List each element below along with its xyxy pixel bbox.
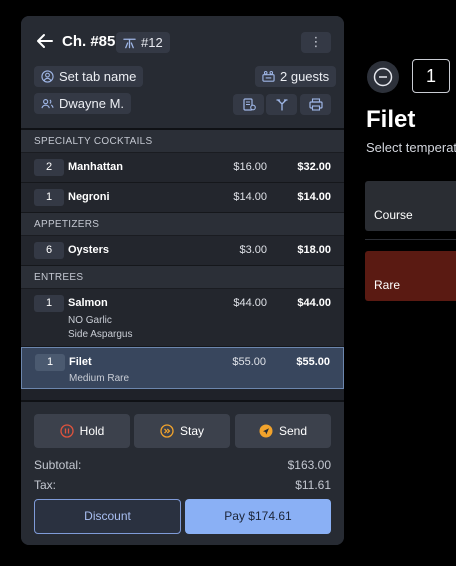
order-row-selected[interactable]: 1 Filet $55.00 $55.00 Medium Rare (21, 347, 344, 389)
item-qty: 1 (34, 295, 64, 312)
item-name: Salmon (68, 297, 108, 309)
item-modifier: NO Garlic (68, 315, 112, 326)
send-button[interactable]: Send (235, 414, 331, 448)
order-row[interactable]: 1 Negroni $14.00 $14.00 (21, 183, 344, 213)
item-total: $18.00 (297, 244, 331, 256)
item-name: Manhattan (68, 161, 123, 173)
set-tab-name-button[interactable]: Set tab name (34, 66, 144, 87)
tax-value: $11.61 (295, 478, 331, 492)
user-circle-icon (41, 70, 54, 83)
table-icon (123, 38, 136, 48)
section-header: ENTREES (21, 266, 344, 289)
item-price: $14.00 (233, 191, 267, 203)
pause-icon (60, 424, 74, 438)
subtotal-label: Subtotal: (34, 458, 82, 472)
item-total: $14.00 (297, 191, 331, 203)
tax-label: Tax: (34, 478, 57, 492)
fast-forward-icon (160, 424, 174, 438)
order-row[interactable]: 1 Salmon $44.00 $44.00 NO Garlic Side As… (21, 289, 344, 347)
users-icon (41, 99, 54, 109)
check-footer: Hold Stay Send Subtotal: $163.00 Tax: $1… (21, 400, 344, 545)
item-qty: 6 (34, 242, 64, 259)
receipt-split-icon (242, 98, 256, 111)
order-row[interactable]: 2 Manhattan $16.00 $32.00 (21, 153, 344, 183)
quantity-field[interactable]: 1 (412, 59, 450, 93)
option-rare[interactable]: Rare (365, 251, 456, 301)
server-button[interactable]: Dwayne M. (34, 93, 132, 114)
option-course[interactable]: Course (365, 181, 456, 231)
item-qty: 1 (35, 354, 65, 371)
send-icon (259, 424, 273, 438)
printer-icon (308, 98, 323, 111)
set-tab-name-label: Set tab name (59, 69, 137, 84)
fork-icon (275, 99, 288, 111)
more-menu-button[interactable]: ⋮ (301, 32, 331, 53)
item-name: Oysters (68, 244, 109, 256)
item-total: $32.00 (297, 161, 331, 173)
guests-button[interactable]: 2 guests (255, 66, 337, 87)
item-price: $16.00 (233, 161, 267, 173)
order-list: SPECIALTY COCKTAILS 2 Manhattan $16.00 $… (21, 128, 344, 400)
hold-label: Hold (79, 424, 105, 438)
item-total: $55.00 (296, 356, 330, 368)
option-label: Course (374, 208, 413, 222)
back-arrow-icon (37, 34, 53, 48)
hold-button[interactable]: Hold (34, 414, 130, 448)
check-header: Ch. #85 #12 ⋮ Set tab name 2 guests Dway… (21, 16, 344, 128)
item-modifier: Side Aspargus (68, 329, 133, 340)
option-label: Rare (374, 278, 401, 292)
item-price: $3.00 (239, 244, 267, 256)
discount-button[interactable]: Discount (34, 499, 181, 534)
table-label: #12 (141, 35, 163, 50)
divider (365, 239, 456, 240)
table-badge[interactable]: #12 (116, 32, 170, 53)
more-vertical-icon: ⋮ (309, 34, 323, 49)
item-qty: 2 (34, 159, 64, 176)
edit-subtitle: Select temperature (366, 140, 456, 155)
edit-item-title: Filet (366, 106, 416, 133)
item-price: $44.00 (233, 297, 267, 309)
stay-button[interactable]: Stay (134, 414, 230, 448)
item-qty: 1 (34, 189, 64, 206)
subtotal-value: $163.00 (287, 458, 331, 472)
server-name: Dwayne M. (59, 96, 125, 111)
split-check-button[interactable] (233, 94, 264, 115)
pay-button[interactable]: Pay $174.61 (185, 499, 331, 534)
item-name: Filet (69, 356, 92, 368)
guests-icon (262, 70, 275, 82)
send-label: Send (278, 424, 308, 438)
fork-button[interactable] (266, 94, 297, 115)
item-name: Negroni (68, 191, 110, 203)
guests-label: 2 guests (280, 69, 330, 84)
check-panel: Ch. #85 #12 ⋮ Set tab name 2 guests Dway… (21, 16, 344, 545)
check-title: Ch. #85 (62, 33, 116, 50)
print-button[interactable] (300, 94, 331, 115)
minus-icon (373, 67, 393, 87)
item-price: $55.00 (232, 356, 266, 368)
item-total: $44.00 (297, 297, 331, 309)
decrease-qty-button[interactable] (367, 61, 399, 93)
order-row[interactable]: 6 Oysters $3.00 $18.00 (21, 236, 344, 266)
back-button[interactable] (35, 31, 55, 53)
item-modifier: Medium Rare (69, 373, 130, 384)
section-header: SPECIALTY COCKTAILS (21, 130, 344, 153)
section-header: APPETIZERS (21, 213, 344, 236)
stay-label: Stay (179, 424, 204, 438)
